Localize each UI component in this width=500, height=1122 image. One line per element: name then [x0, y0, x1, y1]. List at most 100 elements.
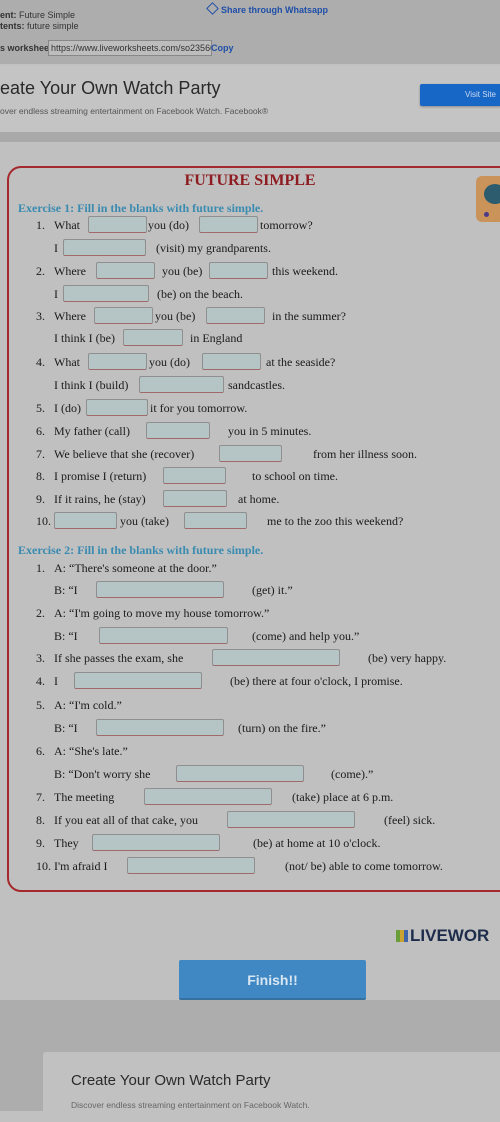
answer-input[interactable]	[74, 672, 202, 689]
logo-icon	[396, 930, 408, 942]
question-number: 4.	[36, 355, 45, 369]
question-number: 8.	[36, 469, 45, 483]
question-text: (be) there at four o'clock, I promise.	[230, 674, 403, 688]
share-whatsapp-link[interactable]: Share through Whatsapp	[206, 2, 328, 15]
answer-input[interactable]	[199, 216, 258, 233]
question-number: 7.	[36, 447, 45, 461]
worksheet-url-field[interactable]: https://www.liveworksheets.com/so23560	[48, 40, 212, 56]
question-text: (take) place at 6 p.m.	[292, 790, 394, 804]
question-text: The meeting	[54, 790, 115, 804]
question-number: 10.	[36, 514, 51, 528]
visit-site-button[interactable]: Visit Site	[420, 84, 500, 106]
question-number: 5.	[36, 401, 45, 415]
answer-input[interactable]	[163, 490, 227, 507]
question-text: I promise I (return)	[54, 469, 147, 483]
question-number: 8.	[36, 813, 45, 827]
answer-input[interactable]	[99, 627, 228, 644]
question-text: this weekend.	[272, 264, 338, 278]
answer-input[interactable]	[209, 262, 268, 279]
question-number: 9.	[36, 492, 45, 506]
question-text: it for you tomorrow.	[150, 401, 248, 415]
answer-input[interactable]	[127, 857, 255, 874]
question-text: I think I (build)	[54, 378, 129, 392]
question-text: I	[54, 287, 58, 301]
question-text: If it rains, he (stay)	[54, 492, 146, 506]
question-text: Where	[54, 264, 86, 278]
question-text: you in 5 minutes.	[228, 424, 312, 438]
answer-input[interactable]	[139, 376, 224, 393]
question-text: B: “I	[54, 583, 78, 597]
answer-input[interactable]	[219, 445, 282, 462]
question-text: me to the zoo this weekend?	[267, 514, 404, 528]
worksheet: FUTURE SIMPLE Exercise 1: Fill in the bl…	[0, 142, 500, 1000]
question-text: you (do)	[148, 218, 189, 232]
question-text: A: “There's someone at the door.”	[54, 561, 217, 575]
question-text: B: “I	[54, 721, 78, 735]
worksheet-title: FUTURE SIMPLE	[184, 172, 316, 189]
answer-input[interactable]	[146, 422, 210, 439]
question-text: If she passes the exam, she	[54, 651, 184, 665]
question-text: They	[54, 836, 79, 850]
question-text: If you eat all of that cake, you	[54, 813, 198, 827]
answer-input[interactable]	[94, 307, 153, 324]
answer-input[interactable]	[88, 353, 147, 370]
exercise-2-heading: Exercise 2: Fill in the blanks with futu…	[18, 543, 264, 557]
answer-input[interactable]	[92, 834, 220, 851]
question-number: 1.	[36, 561, 45, 575]
question-number: 7.	[36, 790, 45, 804]
answer-input[interactable]	[202, 353, 261, 370]
answer-input[interactable]	[163, 467, 226, 484]
answer-input[interactable]	[54, 512, 117, 529]
answer-input[interactable]	[227, 811, 355, 828]
ad-banner-top[interactable]: eate Your Own Watch Party over endless s…	[0, 66, 500, 132]
ad-banner-bottom[interactable]: Create Your Own Watch Party Discover end…	[43, 1052, 500, 1122]
ad-subtitle: Discover endless streaming entertainment…	[71, 1100, 310, 1110]
question-text: A: “She's late.”	[54, 744, 128, 758]
answer-input[interactable]	[184, 512, 247, 529]
content-line: ent: Future Simple	[0, 10, 76, 20]
copy-link[interactable]: Copy	[211, 43, 234, 53]
answer-input[interactable]	[96, 581, 224, 598]
answer-input[interactable]	[96, 262, 155, 279]
divider	[0, 132, 500, 142]
question-text: A: “I'm going to move my house tomorrow.…	[54, 606, 270, 620]
question-text: Where	[54, 309, 86, 323]
question-text: (be) very happy.	[368, 651, 447, 665]
question-text: (be) at home at 10 o'clock.	[253, 836, 381, 850]
worksheet-info-bar: ent: Future Simple tents: future simple …	[0, 0, 500, 64]
question-number: 9.	[36, 836, 45, 850]
answer-input[interactable]	[63, 285, 149, 302]
question-text: you (do)	[149, 355, 190, 369]
question-text: in the summer?	[272, 309, 346, 323]
question-text: (not/ be) able to come tomorrow.	[285, 859, 443, 873]
question-text: I (do)	[54, 401, 81, 415]
question-text: I	[54, 241, 58, 255]
answer-input[interactable]	[86, 399, 148, 416]
answer-input[interactable]	[212, 649, 340, 666]
question-text: We believe that she (recover)	[54, 447, 195, 461]
answer-input[interactable]	[96, 719, 224, 736]
question-text: B: “Don't worry she	[54, 767, 151, 781]
share-icon	[206, 2, 219, 15]
finish-button[interactable]: Finish!!	[179, 960, 366, 1000]
exercise-1-heading: Exercise 1: Fill in the blanks with futu…	[18, 201, 264, 215]
question-text: I'm afraid I	[54, 859, 108, 873]
answer-input[interactable]	[176, 765, 304, 782]
answer-input[interactable]	[144, 788, 272, 805]
answer-input[interactable]	[63, 239, 146, 256]
answer-input[interactable]	[88, 216, 147, 233]
question-number: 6.	[36, 424, 45, 438]
question-number: 5.	[36, 698, 45, 712]
question-text: tomorrow?	[260, 218, 313, 232]
question-text: from her illness soon.	[313, 447, 417, 461]
question-text: (come) and help you.”	[252, 629, 360, 643]
contents-line: tents: future simple	[0, 21, 79, 31]
ad-banner-bottom-area: Create Your Own Watch Party Discover end…	[0, 1000, 500, 1122]
question-number: 10.	[36, 859, 51, 873]
liveworksheets-logo: LIVEWOR	[396, 926, 489, 946]
question-text: What	[54, 355, 80, 369]
answer-input[interactable]	[123, 329, 183, 346]
question-number: 1.	[36, 218, 45, 232]
answer-input[interactable]	[206, 307, 265, 324]
question-text: (be) on the beach.	[157, 287, 243, 301]
